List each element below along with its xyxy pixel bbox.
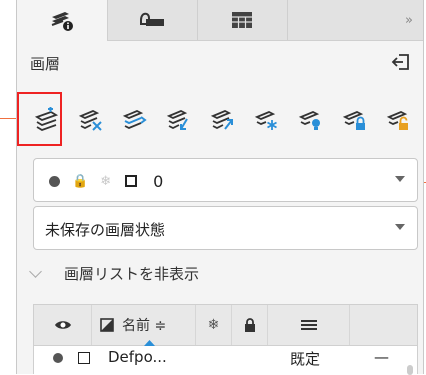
current-layer-name: 0 (153, 171, 164, 191)
color-swatch-header-icon (100, 318, 114, 332)
layer-row-name: Defpo... (108, 348, 167, 366)
more-tabs-icon[interactable]: » (395, 0, 423, 40)
block-icon (140, 12, 164, 26)
layer-table: 名前 ≑ ❄ Defpo... 既定 — (33, 304, 418, 375)
tab-bar: » (17, 0, 423, 41)
dock-panel-icon[interactable] (391, 52, 411, 72)
unlock-layer-icon (386, 111, 408, 130)
lock-column-header[interactable] (232, 305, 268, 345)
isolate-layer-icon (166, 110, 188, 130)
linetype-icon (300, 320, 317, 330)
panel-title: 画層 (30, 55, 61, 73)
chevron-down-icon (395, 224, 405, 230)
table-icon (232, 12, 252, 28)
layer-color-swatch (125, 175, 138, 187)
layer-row-linetype: 既定 (290, 350, 321, 368)
freeze-layer-icon (254, 111, 277, 130)
unlock-layer-button[interactable] (382, 103, 416, 137)
set-current-layer-button[interactable] (118, 103, 152, 137)
freeze-icon: ❄ (100, 173, 112, 189)
lock-icon (244, 318, 255, 332)
layer-state-dropdown[interactable]: 未保存の画層状態 (33, 206, 418, 250)
current-layer-dropdown[interactable]: 🔒 ❄ 0 (33, 158, 418, 202)
delete-layer-button[interactable] (74, 103, 108, 137)
layer-off-button[interactable] (294, 103, 328, 137)
unisolate-layer-icon (210, 110, 233, 130)
freeze-column-header[interactable]: ❄ (196, 305, 232, 345)
lock-icon: 🔒 (72, 173, 89, 189)
left-callout-line (0, 118, 17, 119)
layer-state-value: 未保存の画層状態 (45, 221, 166, 239)
layer-on-icon (53, 353, 63, 363)
tab-block[interactable] (107, 0, 198, 40)
layer-row-lineweight: — (374, 348, 389, 366)
highlight-box (17, 92, 62, 146)
lock-layer-button[interactable] (338, 103, 372, 137)
visibility-column-header[interactable] (34, 305, 92, 345)
chevron-down-icon (395, 176, 405, 182)
layer-color-swatch (78, 352, 90, 364)
unisolate-layer-button[interactable] (206, 103, 240, 137)
set-current-layer-icon (122, 110, 147, 129)
name-column-label: 名前 ≑ (122, 318, 167, 334)
tab-layer-properties[interactable] (17, 0, 108, 41)
chevron-down-icon (29, 265, 42, 278)
eye-icon (54, 321, 71, 329)
hide-layer-list-toggle[interactable]: 画層リストを非表示 (29, 263, 200, 284)
isolate-layer-button[interactable] (162, 103, 196, 137)
tab-table[interactable] (197, 0, 288, 40)
table-header: 名前 ≑ ❄ (34, 305, 417, 346)
lock-layer-icon (342, 111, 365, 130)
linetype-column-header[interactable] (268, 305, 350, 345)
layer-off-icon (298, 111, 320, 130)
layer-on-icon (49, 175, 60, 187)
layers-info-icon (51, 11, 73, 31)
freeze-icon: ❄ (207, 317, 220, 333)
layers-panel: » 画層 🔒 ❄ 0 未保存の画層状態 画層リストを非表示 名前 ≑ ❄ Def… (16, 0, 424, 375)
delete-layer-icon (78, 110, 102, 131)
layer-toolbar (30, 103, 415, 137)
lineweight-column-header[interactable] (350, 305, 417, 345)
freeze-layer-button[interactable] (250, 103, 284, 137)
hide-layer-list-label: 画層リストを非表示 (64, 265, 200, 283)
table-row[interactable]: Defpo... 既定 — (34, 346, 417, 374)
name-column-header[interactable]: 名前 ≑ (92, 305, 196, 346)
